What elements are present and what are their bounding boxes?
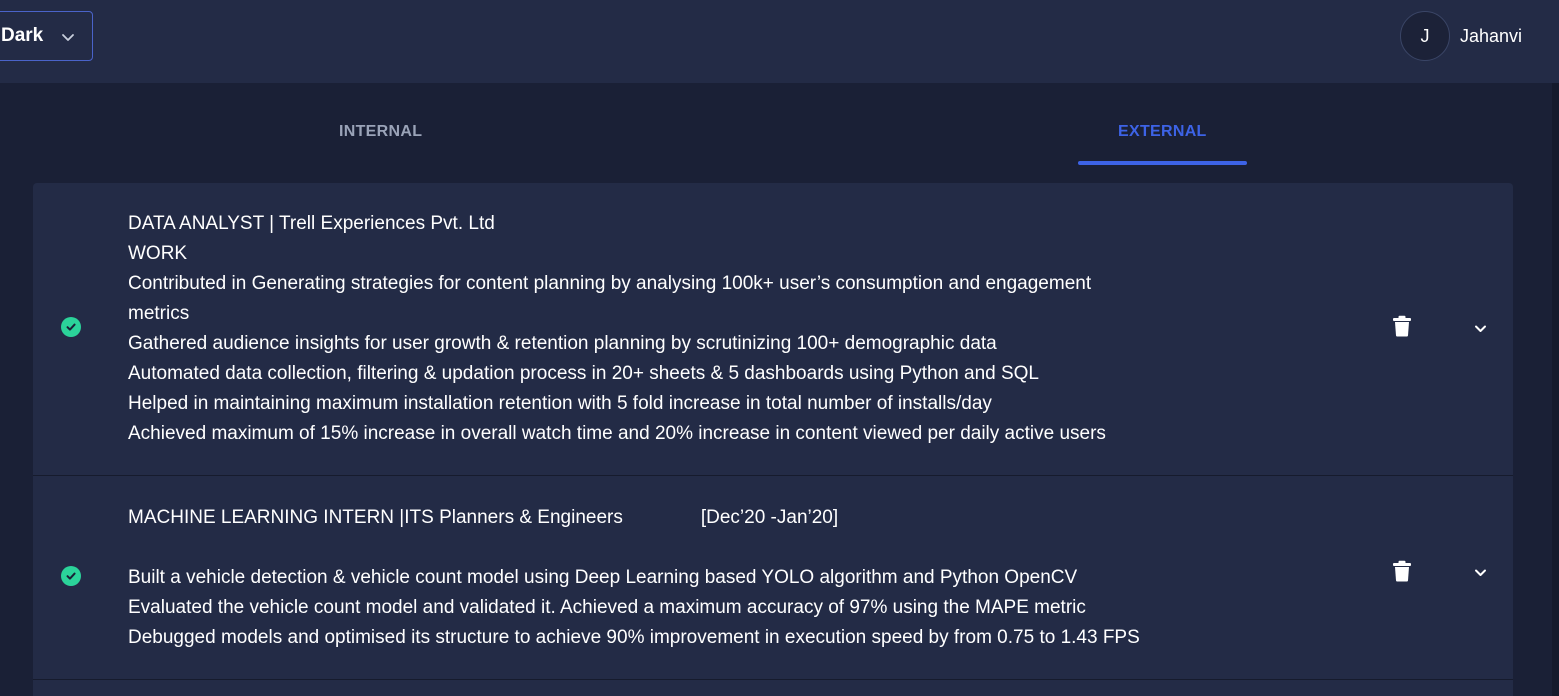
experience-title-row: MACHINE LEARNING INTERN |ITS Planners & … (128, 503, 1228, 533)
experience-item: DATA ANALYST | Trell Experiences Pvt. Lt… (33, 183, 1513, 476)
user-menu[interactable]: J Jahanvi (1400, 11, 1522, 61)
theme-select-value: Dark (1, 25, 44, 46)
theme-select[interactable]: Dark (0, 11, 93, 61)
scrollbar-track[interactable] (1552, 83, 1559, 696)
experience-line: Achieved maximum of 15% increase in over… (128, 423, 1106, 444)
expand-chevron-icon[interactable] (1473, 565, 1488, 580)
check-circle-icon (61, 566, 81, 586)
experience-line: Contributed in Generating strategies for… (128, 273, 1092, 294)
expand-chevron-icon[interactable] (1473, 321, 1488, 336)
check-circle-icon (61, 317, 81, 337)
active-tab-indicator (1078, 161, 1247, 165)
experience-list: DATA ANALYST | Trell Experiences Pvt. Lt… (33, 183, 1513, 696)
experience-line: WORK (128, 243, 188, 264)
tab-bar: INTERNAL EXTERNAL (33, 83, 1513, 183)
experience-description: MACHINE LEARNING INTERN |ITS Planners & … (128, 503, 1228, 653)
experience-title: DATA ANALYST | Trell Experiences Pvt. Lt… (128, 213, 495, 234)
tab-internal[interactable]: INTERNAL (339, 123, 422, 141)
experience-line: Automated data collection, filtering & u… (128, 363, 1039, 384)
experience-line: Helped in maintaining maximum installati… (128, 393, 992, 414)
chevron-down-icon (62, 34, 74, 41)
delete-icon[interactable] (1392, 560, 1412, 582)
experience-line: Evaluated the vehicle count model and va… (128, 597, 1086, 618)
experience-line: Gathered audience insights for user grow… (128, 333, 997, 354)
user-name[interactable]: Jahanvi (1460, 26, 1522, 47)
delete-icon[interactable] (1392, 315, 1412, 337)
tab-external[interactable]: EXTERNAL (1118, 123, 1207, 141)
experience-line: Built a vehicle detection & vehicle coun… (128, 567, 1078, 588)
experience-line: Debugged models and optimised its struct… (128, 627, 1140, 648)
experience-title: MACHINE LEARNING INTERN |ITS Planners & … (128, 507, 623, 528)
experience-item: MACHINE LEARNING INTERN |ITS Planners & … (33, 477, 1513, 680)
experience-date: [Dec’20 -Jan’20] (700, 507, 839, 528)
avatar[interactable]: J (1400, 11, 1450, 61)
top-bar: Dark J Jahanvi (0, 0, 1559, 83)
experience-line: metrics (128, 303, 190, 324)
experience-description: DATA ANALYST | Trell Experiences Pvt. Lt… (128, 209, 1228, 449)
